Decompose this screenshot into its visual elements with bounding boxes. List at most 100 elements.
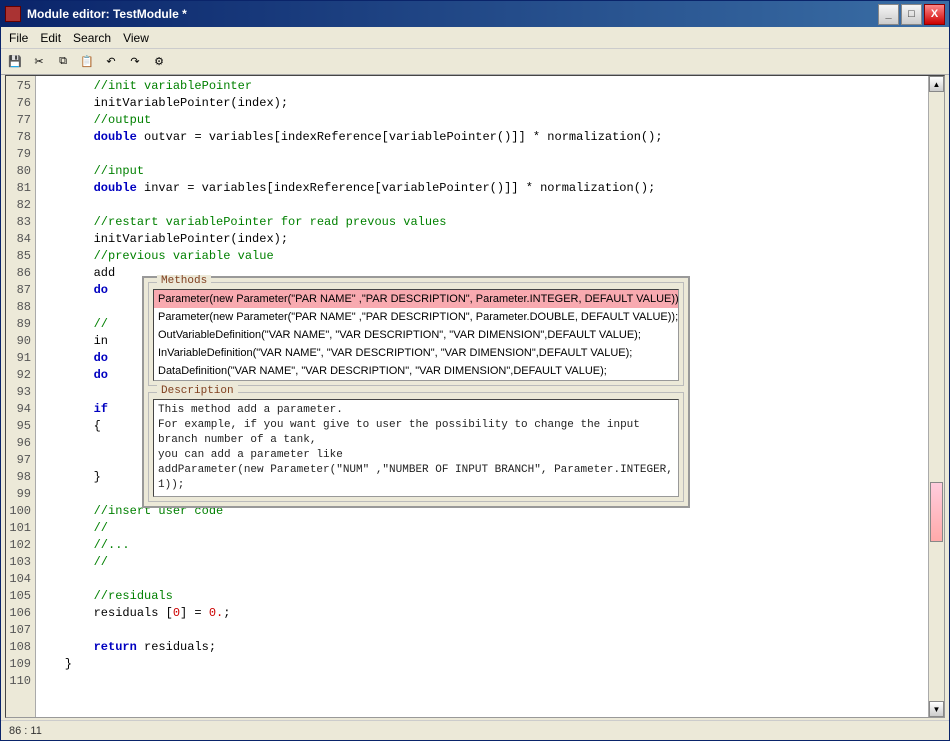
code-line[interactable]	[36, 673, 928, 690]
code-editor[interactable]: //init variablePointer initVariablePoint…	[36, 76, 928, 717]
line-number: 90	[6, 333, 35, 350]
line-number: 92	[6, 367, 35, 384]
code-line[interactable]: //restart variablePointer for read prevo…	[36, 214, 928, 231]
cut-icon[interactable]: ✂	[31, 54, 47, 70]
line-number: 87	[6, 282, 35, 299]
statusbar: 86 : 11	[1, 720, 949, 740]
line-number: 100	[6, 503, 35, 520]
code-line[interactable]: //output	[36, 112, 928, 129]
line-number: 82	[6, 197, 35, 214]
code-line[interactable]: //	[36, 554, 928, 571]
window-buttons: _ □ X	[878, 4, 945, 25]
line-number: 79	[6, 146, 35, 163]
line-number: 99	[6, 486, 35, 503]
description-line: addParameter(new Parameter("NUM" ,"NUMBE…	[158, 463, 674, 493]
menu-file[interactable]: File	[9, 31, 28, 45]
cursor-position: 86 : 11	[9, 725, 42, 737]
code-line[interactable]: //...	[36, 537, 928, 554]
line-number: 93	[6, 384, 35, 401]
code-line[interactable]	[36, 197, 928, 214]
code-line[interactable]: initVariablePointer(index);	[36, 231, 928, 248]
line-number: 101	[6, 520, 35, 537]
line-number: 103	[6, 554, 35, 571]
redo-icon[interactable]: ↷	[127, 54, 143, 70]
line-number: 98	[6, 469, 35, 486]
maximize-button[interactable]: □	[901, 4, 922, 25]
methods-group: Methods Parameter(new Parameter("PAR NAM…	[148, 282, 684, 386]
line-number: 81	[6, 180, 35, 197]
line-number: 95	[6, 418, 35, 435]
autocomplete-popup: Methods Parameter(new Parameter("PAR NAM…	[142, 276, 690, 508]
menu-view[interactable]: View	[123, 31, 149, 45]
line-number: 97	[6, 452, 35, 469]
code-line[interactable]: initVariablePointer(index);	[36, 95, 928, 112]
code-line[interactable]	[36, 571, 928, 588]
line-number: 104	[6, 571, 35, 588]
line-number: 75	[6, 78, 35, 95]
line-number: 109	[6, 656, 35, 673]
autocomplete-item[interactable]: InVariableDefinition("VAR NAME", "VAR DE…	[154, 344, 678, 362]
line-number: 91	[6, 350, 35, 367]
scroll-thumb[interactable]	[930, 482, 943, 542]
copy-icon[interactable]: ⧉	[55, 54, 71, 70]
code-line[interactable]: double invar = variables[indexReference[…	[36, 180, 928, 197]
code-line[interactable]: //init variablePointer	[36, 78, 928, 95]
menu-edit[interactable]: Edit	[40, 31, 61, 45]
line-number: 77	[6, 112, 35, 129]
line-number: 110	[6, 673, 35, 690]
line-number: 106	[6, 605, 35, 622]
description-line: you can add a parameter like	[158, 448, 674, 463]
save-icon[interactable]: 💾	[7, 54, 23, 70]
scroll-up-button[interactable]: ▲	[929, 76, 944, 92]
autocomplete-item[interactable]: Parameter(new Parameter("PAR NAME" ,"PAR…	[154, 290, 678, 308]
code-line[interactable]: double outvar = variables[indexReference…	[36, 129, 928, 146]
line-number: 86	[6, 265, 35, 282]
minimize-button[interactable]: _	[878, 4, 899, 25]
autocomplete-item[interactable]: Parameter(new Parameter("PAR NAME" ,"PAR…	[154, 308, 678, 326]
autocomplete-item[interactable]: DataDefinition("VAR NAME", "VAR DESCRIPT…	[154, 362, 678, 380]
line-number: 108	[6, 639, 35, 656]
close-button[interactable]: X	[924, 4, 945, 25]
line-number: 94	[6, 401, 35, 418]
vertical-scrollbar[interactable]: ▲ ▼	[928, 76, 944, 717]
description-title: Description	[157, 385, 238, 397]
line-number: 102	[6, 537, 35, 554]
methods-title: Methods	[157, 275, 211, 287]
window-title: Module editor: TestModule *	[27, 7, 878, 21]
paste-icon[interactable]: 📋	[79, 54, 95, 70]
code-line[interactable]: //	[36, 520, 928, 537]
scroll-track[interactable]	[929, 92, 944, 701]
menubar: File Edit Search View	[1, 27, 949, 49]
app-window: Module editor: TestModule * _ □ X File E…	[0, 0, 950, 741]
line-number: 88	[6, 299, 35, 316]
build-icon[interactable]: ⚙	[151, 54, 167, 70]
description-line: For example, if you want give to user th…	[158, 418, 674, 448]
code-line[interactable]	[36, 622, 928, 639]
description-box: This method add a parameter.For example,…	[153, 399, 679, 497]
app-icon	[5, 6, 21, 22]
line-number: 89	[6, 316, 35, 333]
code-line[interactable]: residuals [0] = 0.;	[36, 605, 928, 622]
toolbar: 💾 ✂ ⧉ 📋 ↶ ↷ ⚙	[1, 49, 949, 75]
autocomplete-item[interactable]: OutVariableDefinition("VAR NAME", "VAR D…	[154, 326, 678, 344]
methods-list[interactable]: Parameter(new Parameter("PAR NAME" ,"PAR…	[153, 289, 679, 381]
line-number: 78	[6, 129, 35, 146]
titlebar[interactable]: Module editor: TestModule * _ □ X	[1, 1, 949, 27]
description-line: This method add a parameter.	[158, 403, 674, 418]
code-line[interactable]	[36, 146, 928, 163]
code-line[interactable]: return residuals;	[36, 639, 928, 656]
code-line[interactable]: //residuals	[36, 588, 928, 605]
editor-area: 7576777879808182838485868788899091929394…	[5, 75, 945, 718]
line-number: 85	[6, 248, 35, 265]
code-line[interactable]: //input	[36, 163, 928, 180]
code-line[interactable]: //previous variable value	[36, 248, 928, 265]
code-line[interactable]: }	[36, 656, 928, 673]
line-number: 107	[6, 622, 35, 639]
line-number: 84	[6, 231, 35, 248]
scroll-down-button[interactable]: ▼	[929, 701, 944, 717]
undo-icon[interactable]: ↶	[103, 54, 119, 70]
line-number: 76	[6, 95, 35, 112]
line-number: 80	[6, 163, 35, 180]
description-group: Description This method add a parameter.…	[148, 392, 684, 502]
menu-search[interactable]: Search	[73, 31, 111, 45]
